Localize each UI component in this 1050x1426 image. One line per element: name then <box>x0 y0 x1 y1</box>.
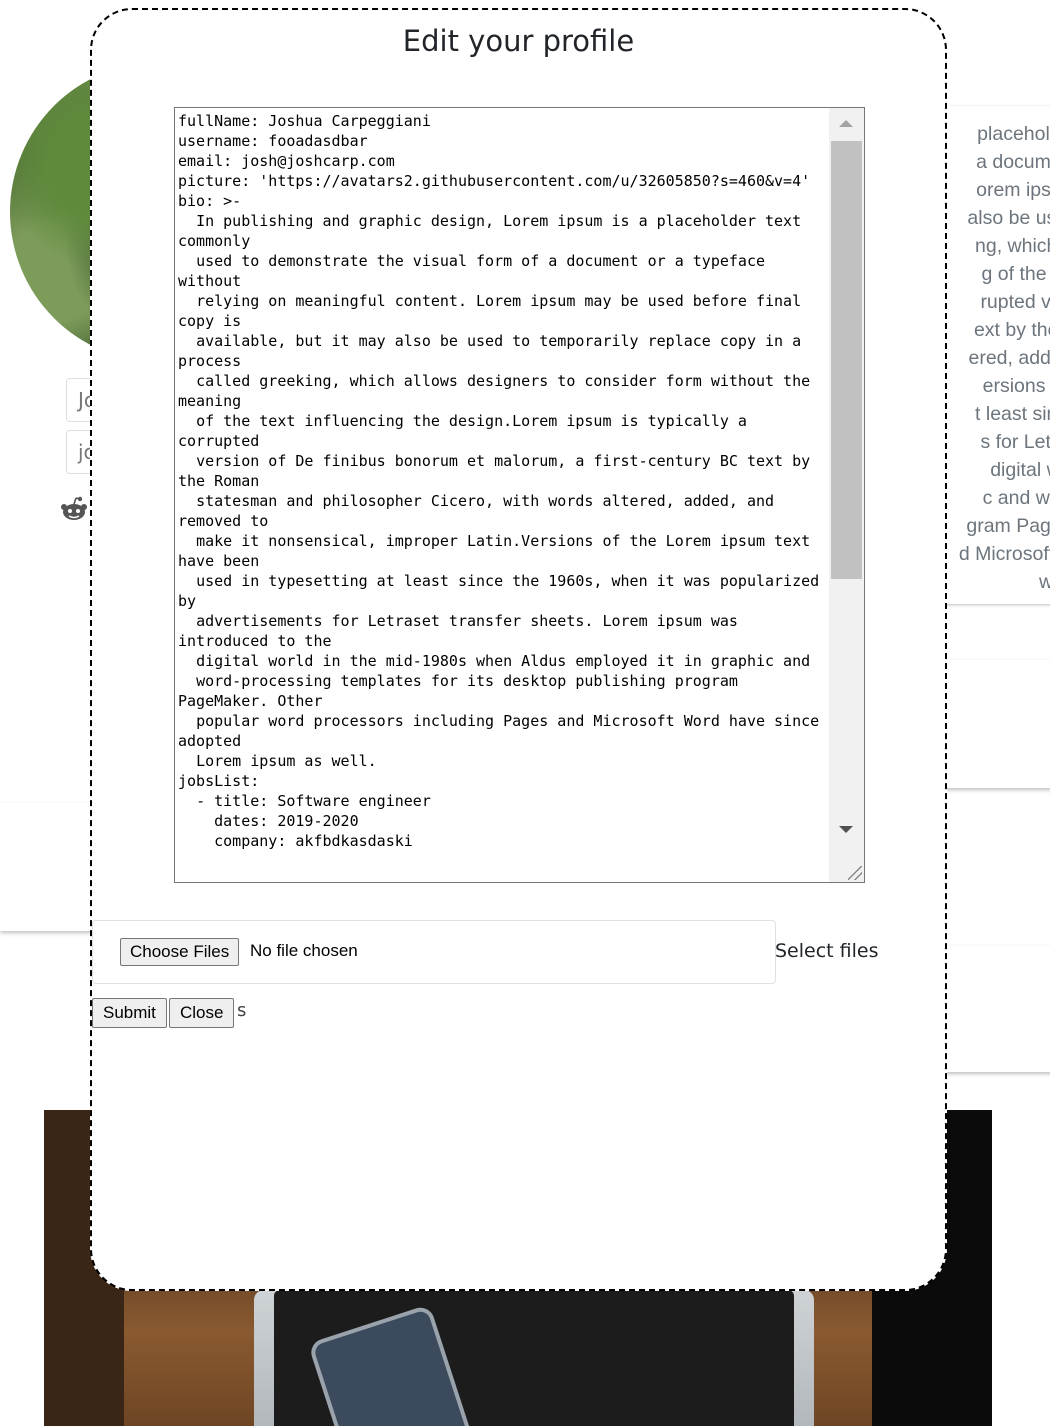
job-card <box>930 946 1050 1072</box>
select-files-label: Select files <box>775 940 879 962</box>
scroll-down-icon[interactable] <box>839 826 853 833</box>
bio-card-line: gram PageM <box>966 515 1050 537</box>
left-card <box>0 803 100 931</box>
bio-card-line: placeholder <box>977 123 1050 145</box>
bio-card-line: ersions of t <box>982 375 1046 397</box>
obscured-text-fragment: s <box>237 1000 247 1021</box>
profile-yaml-textarea[interactable]: fullName: Joshua Carpeggiani username: f… <box>174 107 865 883</box>
bio-card-line: c and word <box>982 487 1050 509</box>
bio-card-line: t least since <box>975 403 1050 425</box>
yaml-content[interactable]: fullName: Joshua Carpeggiani username: f… <box>178 111 828 851</box>
bio-card-text: placeholder a document orem ipsum also be u… <box>930 120 1050 596</box>
bio-card-line: g of the tex <box>981 263 1047 285</box>
scroll-up-icon[interactable] <box>839 120 853 127</box>
bio-card-line: also be used <box>967 207 1050 229</box>
choose-files-button[interactable]: Choose Files <box>120 938 240 966</box>
bio-card-line: a document <box>976 151 1050 173</box>
resize-handle-icon[interactable] <box>848 866 862 880</box>
bio-card-line: ered, added, <box>968 347 1050 369</box>
textarea-scrollbar[interactable] <box>829 108 864 882</box>
bio-card-line: ext by the R <box>973 319 1050 341</box>
reddit-icon[interactable] <box>60 496 88 522</box>
edit-profile-modal: Edit your profile fullName: Joshua Carpe… <box>90 8 947 1291</box>
file-status-text: No file chosen <box>250 941 358 960</box>
close-button[interactable]: Close <box>169 998 235 1028</box>
modal-title: Edit your profile <box>402 24 635 58</box>
bio-card-line: ng, which al <box>975 235 1050 257</box>
bio-card-line: s for Letras <box>980 431 1050 453</box>
scroll-thumb[interactable] <box>831 141 862 579</box>
bio-card: placeholder a document orem ipsum also be u… <box>930 106 1050 604</box>
job-card <box>930 660 1050 788</box>
bio-card-line: digital wor <box>990 459 1050 481</box>
bio-card-line: well. <box>1038 571 1050 593</box>
file-upload-group: Choose Files No file chosen <box>92 920 776 984</box>
bio-card-line: orem ipsum <box>976 179 1050 201</box>
submit-button[interactable]: Submit <box>92 998 167 1028</box>
bio-card-line: d Microsoft W <box>958 543 1050 565</box>
bio-card-line: rupted vers <box>980 291 1050 313</box>
